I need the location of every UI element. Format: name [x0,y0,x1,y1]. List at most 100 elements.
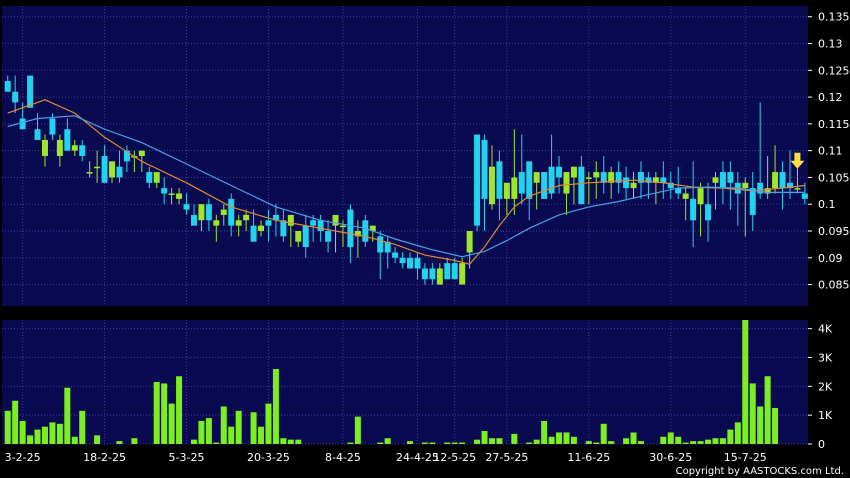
candle-body [228,198,235,226]
candle-body [243,214,250,221]
volume-bar [34,429,41,444]
volume-bar [354,416,361,444]
volume-bar [235,410,242,444]
candle-body [719,172,726,189]
candle-body [794,188,801,190]
candle-body [436,268,443,285]
price-tick-label: 0.13 [818,38,843,51]
candle-body [56,139,63,156]
volume-bar [444,442,451,444]
candle-body [697,188,704,205]
candle-body [563,172,570,194]
candle-body [414,257,421,269]
candle-body [250,225,257,242]
volume-bar [451,442,458,444]
volume-bar [41,426,48,444]
candle-body [496,161,503,199]
volume-bar [548,436,555,444]
candle-body [41,139,48,156]
volume-bar [49,422,56,444]
volume-bar [585,441,592,444]
volume-bar [161,383,168,444]
candle-body [325,231,332,242]
candle-body [801,193,808,199]
volume-bar [94,435,101,444]
date-axis: 3-2-25 18-2-25 5-3-25 20-3-25 8-4-25 24-4-251… [5,451,767,464]
candle-body [280,220,287,237]
candle-body [474,134,481,226]
price-tick-label: 0.095 [818,225,850,238]
candle-body [407,257,414,269]
price-tick-label: 0.115 [818,118,850,131]
candle-body [585,177,592,179]
candle-body [712,177,719,183]
candle-body [488,166,495,205]
volume-bar [377,442,384,444]
price-tick-label: 0.1 [818,198,836,211]
volume-bar [511,433,518,444]
candle-body [772,172,779,189]
price-tick-label: 0.105 [818,171,850,184]
candle-body [205,204,212,221]
volume-bar [563,432,570,444]
volume-bar [265,403,272,444]
date-tick-label: 11-6-25 [567,451,610,464]
volume-bar [749,383,756,444]
volume-bar [705,439,712,444]
volume-bar [168,403,175,444]
volume-bar [712,438,719,444]
volume-bar [660,436,667,444]
date-tick-label: 30-6-25 [649,451,692,464]
volume-bar [176,376,183,444]
candle-body [34,129,41,140]
candle-body [392,252,399,258]
volume-tick-label: 0 [818,438,825,451]
date-tick-label: 5-3-25 [169,451,205,464]
candle-body [399,257,406,264]
candle-body [660,177,667,183]
volume-bar [198,420,205,444]
candle-body [705,204,712,221]
candle-body [190,214,197,226]
candle-body [235,220,242,226]
candle-body [71,145,78,151]
volume-bar [459,442,466,444]
date-tick-label: 15-7-25 [724,451,767,464]
candle-body [347,209,354,248]
volume-bar [12,400,19,444]
volume-bar [287,439,294,444]
candle-body [339,225,346,228]
volume-bar [600,423,607,444]
candle-body [310,220,317,226]
volume-bar [153,382,160,444]
candle-body [27,75,34,108]
volume-bar [488,438,495,444]
volume-bar [384,438,391,444]
volume-bar [295,439,302,444]
volume-bar [719,438,726,444]
candle-body [198,204,205,221]
volume-bar [541,420,548,444]
volume-bar [213,442,220,444]
candle-body [630,182,637,189]
volume-bar [429,442,436,444]
candle-body [533,172,540,183]
candle-body [623,177,630,189]
candle-body [109,161,116,178]
volume-bar [250,412,257,444]
volume-bar [593,442,600,444]
price-tick-label: 0.085 [818,279,850,292]
volume-bar [205,418,212,444]
candle-body [749,188,756,215]
volume-bar [637,441,644,444]
candle-body [4,81,11,92]
candle-body [138,150,145,156]
candle-body [153,172,160,183]
candle-body [481,139,488,199]
volume-bar [570,436,577,444]
date-tick-label: 20-3-25 [247,451,290,464]
volume-axis: 0 1K 2K 3K 4K [808,323,833,451]
candle-body [146,172,153,183]
volume-bar [727,429,734,444]
date-tick-label: 12-5-25 [433,451,476,464]
